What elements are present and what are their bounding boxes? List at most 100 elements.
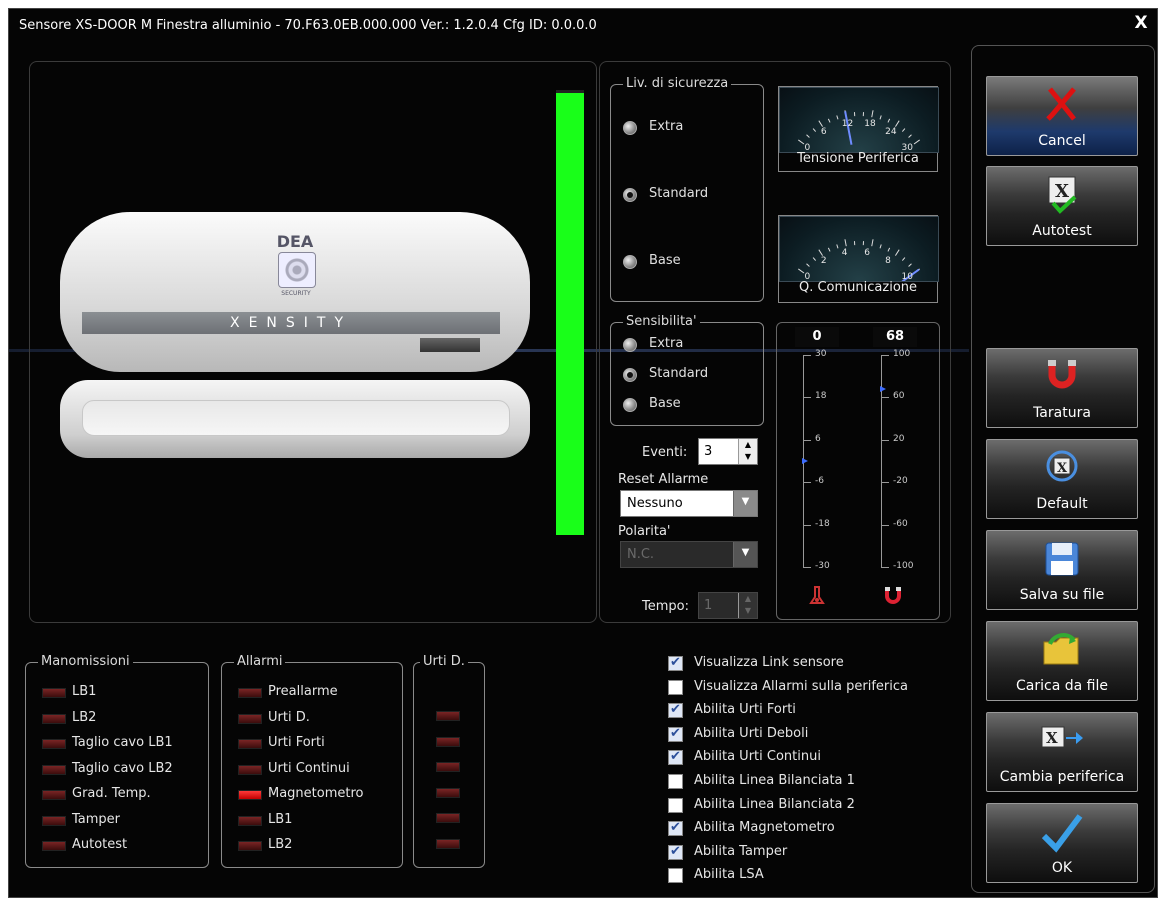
sensitivity-group: Sensibilita' Extra Standard Base bbox=[610, 314, 764, 426]
chevron-down-icon[interactable]: ▼ bbox=[733, 491, 757, 516]
cambia-periferica-button[interactable]: X Cambia periferica bbox=[986, 712, 1138, 792]
shocks-group-title: Urti D. bbox=[420, 654, 468, 669]
gauge-tick-mark bbox=[818, 120, 823, 127]
button-label: Cambia periferica bbox=[999, 769, 1125, 785]
buttons-column: Cancel X Autotest Taratura X Default Salva su … bbox=[971, 45, 1155, 893]
gauge-tick-mark bbox=[879, 115, 882, 120]
radio-label[interactable]: Base bbox=[649, 396, 681, 411]
chevron-down-icon: ▼ bbox=[733, 542, 757, 567]
checkmark-icon bbox=[1040, 812, 1084, 860]
events-spinner[interactable]: 3 ▲ ▼ bbox=[698, 438, 758, 465]
radio-base[interactable] bbox=[623, 255, 637, 269]
gauge-tick-mark bbox=[908, 263, 912, 267]
option-checkbox[interactable] bbox=[668, 797, 683, 813]
scale-tick-label: 60 bbox=[893, 391, 905, 402]
ok-button[interactable]: OK bbox=[986, 803, 1138, 883]
gauge-tick-mark bbox=[901, 128, 906, 132]
option-checkbox-label[interactable]: Abilita Magnetometro bbox=[694, 820, 835, 835]
status-led bbox=[42, 790, 66, 800]
signal-bar-fill bbox=[556, 93, 584, 535]
option-checkbox-label[interactable]: Abilita Tamper bbox=[694, 844, 787, 859]
option-checkbox[interactable] bbox=[668, 655, 683, 671]
radio-standard[interactable] bbox=[623, 188, 637, 202]
gauge-tick-mark bbox=[818, 249, 823, 256]
gauge-face: 0 6 12 18 24 30 bbox=[779, 87, 939, 153]
gauge-tick-mark bbox=[887, 247, 891, 252]
gauge-tick-mark bbox=[901, 257, 906, 261]
status-led bbox=[238, 713, 262, 724]
gauge-tick-mark bbox=[913, 139, 920, 145]
reset-alarm-select[interactable]: Nessuno ▼ bbox=[620, 490, 758, 517]
device-logo-icon bbox=[278, 252, 316, 288]
autotest-button[interactable]: X Autotest bbox=[986, 166, 1138, 246]
gauge-tick-mark bbox=[879, 244, 882, 249]
radio-label[interactable]: Standard bbox=[649, 366, 708, 381]
option-checkbox[interactable] bbox=[668, 679, 683, 695]
app-window: Sensore XS-DOOR M Finestra alluminio - 7… bbox=[8, 8, 1158, 898]
option-checkbox[interactable] bbox=[668, 774, 683, 789]
option-checkbox[interactable] bbox=[668, 820, 683, 837]
radio-label[interactable]: Extra bbox=[649, 336, 683, 351]
radio-base[interactable] bbox=[623, 398, 637, 412]
status-led bbox=[436, 813, 460, 823]
gauge-tick-label: 6 bbox=[864, 248, 870, 259]
status-led bbox=[42, 764, 66, 775]
scale-tick bbox=[881, 397, 889, 399]
gauge-tick-mark bbox=[871, 110, 874, 118]
temperature-readout: 0 bbox=[795, 327, 839, 347]
status-led bbox=[42, 815, 66, 826]
radio-extra[interactable] bbox=[623, 338, 637, 352]
option-checkbox-label[interactable]: Abilita LSA bbox=[694, 867, 764, 882]
scale-tick bbox=[881, 524, 889, 526]
events-spinner-arrows[interactable]: ▲ ▼ bbox=[738, 439, 757, 464]
led-label: Grad. Temp. bbox=[72, 786, 151, 801]
status-led bbox=[238, 815, 262, 826]
option-checkbox[interactable] bbox=[668, 749, 683, 766]
radio-extra[interactable] bbox=[623, 121, 637, 135]
salva-su-file-button[interactable]: Salva su file bbox=[986, 530, 1138, 610]
option-checkbox-label[interactable]: Abilita Linea Bilanciata 1 bbox=[694, 773, 855, 788]
led-label: Magnetometro bbox=[268, 786, 364, 801]
led-label: LB2 bbox=[268, 837, 293, 852]
gauge-tick-mark bbox=[827, 247, 831, 252]
gauge-tensione: 0 6 12 18 24 30 Tensione Periferica bbox=[778, 86, 939, 172]
radio-label[interactable]: Standard bbox=[649, 186, 708, 201]
cancel-button[interactable]: Cancel bbox=[986, 76, 1138, 156]
gauge-tick-label: 18 bbox=[864, 119, 876, 130]
status-led bbox=[238, 841, 262, 851]
option-checkbox[interactable] bbox=[668, 868, 683, 884]
scale-tick bbox=[803, 397, 811, 399]
tamper-group-title: Manomissioni bbox=[38, 654, 133, 669]
events-value: 3 bbox=[704, 444, 713, 459]
option-checkbox-label[interactable]: Visualizza Link sensore bbox=[694, 655, 844, 670]
option-checkbox-label[interactable]: Abilita Linea Bilanciata 2 bbox=[694, 797, 855, 812]
svg-text:X: X bbox=[1046, 729, 1058, 747]
default-reset-icon: X bbox=[1044, 448, 1080, 488]
option-checkbox-label[interactable]: Abilita Urti Deboli bbox=[694, 726, 808, 741]
default-button[interactable]: X Default bbox=[986, 439, 1138, 519]
gauge-tick-mark bbox=[806, 134, 810, 138]
radio-standard[interactable] bbox=[623, 368, 637, 382]
option-checkbox[interactable] bbox=[668, 702, 683, 719]
radio-label[interactable]: Extra bbox=[649, 119, 683, 134]
led-label: Urti Continui bbox=[268, 760, 350, 776]
close-window-button[interactable]: X bbox=[1131, 13, 1151, 33]
radio-label[interactable]: Base bbox=[649, 253, 681, 268]
option-checkbox-label[interactable]: Visualizza Allarmi sulla periferica bbox=[694, 679, 908, 694]
gauge-label: Tensione Periferica bbox=[797, 151, 919, 166]
switch-device-icon: X bbox=[1040, 721, 1084, 755]
carica-da-file-button[interactable]: Carica da file bbox=[986, 621, 1138, 701]
scale-marker bbox=[802, 458, 808, 464]
magnet-readout: 68 bbox=[873, 327, 917, 347]
button-label: Taratura bbox=[1033, 405, 1091, 421]
magnet-scale: 100 60 20 -20 -60 -100 bbox=[880, 349, 931, 571]
option-checkbox-label[interactable]: Abilita Urti Continui bbox=[694, 749, 821, 764]
option-checkbox[interactable] bbox=[668, 844, 683, 860]
option-checkbox-label[interactable]: Abilita Urti Forti bbox=[694, 702, 796, 717]
gauge-tick-mark bbox=[895, 249, 900, 256]
scale-tick-label: -60 bbox=[893, 518, 908, 529]
option-checkbox[interactable] bbox=[668, 726, 683, 742]
gauge-tick-mark bbox=[798, 139, 805, 145]
taratura-button[interactable]: Taratura bbox=[986, 348, 1138, 428]
time-spinner-arrows: ▲ ▼ bbox=[738, 593, 757, 618]
